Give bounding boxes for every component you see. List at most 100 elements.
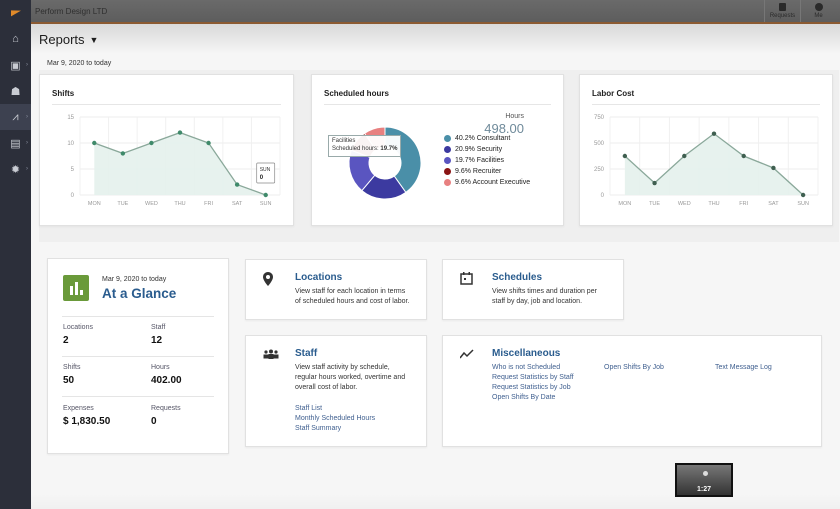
legend-swatch [444, 157, 451, 164]
data-point[interactable] [263, 192, 268, 198]
pie-legend: Hours 498.00 40.2% Consultant 20.9% Secur… [444, 113, 530, 188]
data-point[interactable] [92, 140, 97, 146]
data-point[interactable] [800, 192, 806, 198]
staff-description: View staff activity by schedule, regular … [295, 364, 406, 391]
legend-swatch [444, 146, 451, 153]
video-thumbnail[interactable]: 1:27 [675, 463, 733, 497]
data-point[interactable] [622, 153, 628, 159]
data-point[interactable] [120, 151, 126, 156]
x-tick-label: THU [708, 201, 719, 207]
glance-title: At a Glance [102, 286, 177, 301]
legend-label: 40.2% Consultant [455, 135, 511, 142]
legend-item[interactable]: 9.6% Recruiter [444, 166, 530, 177]
video-time: 1:27 [696, 486, 711, 493]
locations-title[interactable]: Locations [295, 272, 342, 283]
main-content: Reports ▼ Mar 9, 2020 to today Shifts 05… [31, 24, 840, 509]
legend-label: 19.7% Facilities [455, 157, 505, 164]
data-point[interactable] [682, 153, 687, 159]
lock-icon [779, 3, 786, 11]
people-icon [263, 348, 279, 362]
monthly-scheduled-hours-link[interactable]: Monthly Scheduled Hours [295, 414, 375, 424]
legend-item[interactable]: 19.7% Facilities [444, 155, 530, 166]
request-statistics-by-job-link[interactable]: Request Statistics by Job [492, 383, 574, 393]
y-tick-label: 750 [594, 115, 605, 121]
data-point[interactable] [206, 140, 211, 146]
chart-icon: ⩘ [12, 110, 19, 123]
data-point[interactable] [234, 182, 240, 187]
stat-requests[interactable]: Requests 0 [151, 405, 181, 427]
open-shifts-by-job-link[interactable]: Open Shifts By Job [604, 363, 664, 373]
legend-item[interactable]: 9.6% Account Executive [444, 177, 530, 188]
tooltip-title: Facilities [332, 138, 356, 144]
pie-tooltip: Facilities Scheduled hours: 19.7% [328, 135, 402, 157]
schedules-description: View shifts times and duration per staff … [492, 288, 597, 305]
chevron-right-icon: › [26, 114, 28, 120]
me-button[interactable]: Me [800, 0, 836, 22]
gear-icon: ✹ [10, 163, 21, 176]
schedules-card[interactable]: Schedules View shifts times and duration… [442, 259, 624, 320]
staff-list-link[interactable]: Staff List [295, 404, 375, 414]
requests-button[interactable]: Requests [764, 0, 800, 22]
map-pin-icon [263, 272, 273, 289]
sidebar-item-staff[interactable]: ☗ [0, 78, 31, 104]
locations-card[interactable]: Locations View staff for each location i… [245, 259, 427, 320]
chevron-right-icon: › [26, 140, 28, 146]
sidebar-item-home[interactable]: ⌂ [0, 26, 31, 52]
data-point[interactable] [177, 130, 183, 135]
reports-dropdown[interactable]: Reports ▼ [39, 32, 98, 47]
miscellaneous-title: Miscellaneous [492, 348, 561, 359]
legend-swatch [444, 168, 451, 175]
legend-swatch [444, 179, 451, 186]
scheduled-hours-card: Scheduled hours Hours 498.00 40.2% Consu… [311, 74, 564, 226]
x-tick-label: WED [145, 201, 158, 207]
chevron-down-icon: ▼ [89, 34, 99, 45]
x-tick-label: FRI [739, 201, 748, 207]
open-shifts-by-date-link[interactable]: Open Shifts By Date [492, 393, 574, 403]
legend-label: 9.6% Recruiter [455, 168, 502, 175]
y-tick-label: 15 [67, 115, 74, 121]
chart-tooltip: SUN0 [256, 162, 276, 184]
sidebar-item-schedule[interactable]: ▣ › [0, 52, 31, 78]
people-icon: ☗ [10, 85, 21, 98]
sidebar-item-settings[interactable]: ✹ › [0, 156, 31, 182]
staff-title[interactable]: Staff [295, 348, 317, 359]
stat-shifts[interactable]: Shifts 50 [63, 364, 81, 386]
text-message-log-link[interactable]: Text Message Log [715, 363, 772, 373]
data-point[interactable] [741, 153, 746, 159]
staff-card: Staff View staff activity by schedule, re… [245, 335, 427, 447]
labor-cost-chart: 0 250 500 750 MON TUE WED THU FRI SAT SUN [594, 115, 819, 207]
at-a-glance-card: Mar 9, 2020 to today At a Glance Locatio… [47, 258, 229, 454]
app-logo[interactable] [0, 0, 31, 24]
legend-item[interactable]: 20.9% Security [444, 144, 530, 155]
request-statistics-by-staff-link[interactable]: Request Statistics by Staff [492, 373, 574, 383]
staff-summary-link[interactable]: Staff Summary [295, 424, 375, 434]
x-tick-label: THU [174, 201, 185, 207]
data-point[interactable] [149, 140, 154, 146]
data-point[interactable] [652, 180, 657, 186]
data-point[interactable] [771, 165, 776, 171]
company-name: Perform Design LTD [35, 7, 108, 16]
x-tick-label: SAT [768, 201, 779, 207]
stat-hours[interactable]: Hours 402.00 [151, 364, 182, 386]
stat-expenses[interactable]: Expenses $ 1,830.50 [63, 405, 110, 427]
tooltip-value: 19.7% [380, 145, 398, 152]
x-tick-label: MON [88, 201, 101, 207]
sidebar-item-reports[interactable]: ⩘ › [0, 104, 31, 130]
glance-date: Mar 9, 2020 to today [102, 276, 167, 283]
stat-staff[interactable]: Staff 12 [151, 324, 165, 346]
y-tick-label: 10 [67, 141, 74, 147]
schedule-icon: ▣ [10, 59, 21, 72]
requests-label: Requests [769, 13, 796, 19]
date-range: Mar 9, 2020 to today [47, 60, 112, 67]
stat-locations[interactable]: Locations 2 [63, 324, 93, 346]
miscellaneous-card: Miscellaneous Who is not Scheduled Reque… [442, 335, 822, 447]
page-title: Reports [39, 32, 85, 47]
x-tick-label: TUE [117, 201, 128, 207]
y-tick-label: 0 [601, 193, 605, 199]
sidebar-item-messages[interactable]: ▤ › [0, 130, 31, 156]
schedules-title[interactable]: Schedules [492, 272, 542, 283]
who-is-not-scheduled-link[interactable]: Who is not Scheduled [492, 363, 574, 373]
x-tick-label: TUE [649, 201, 660, 207]
y-tick-label: 0 [71, 193, 75, 199]
data-point[interactable] [711, 131, 717, 136]
